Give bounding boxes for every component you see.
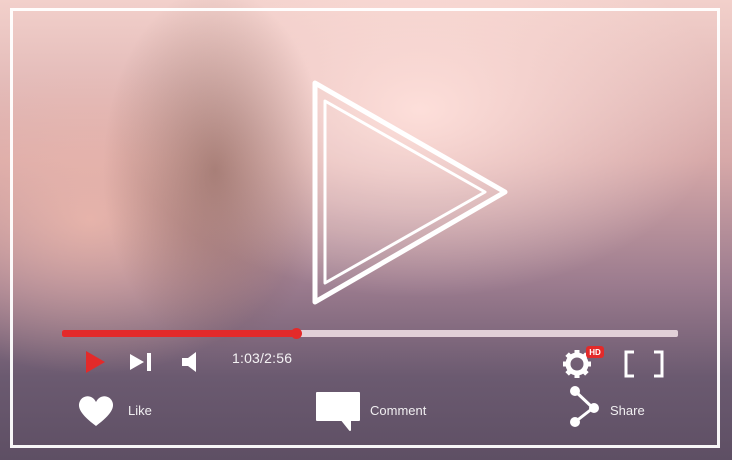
heart-icon[interactable] [76,394,116,428]
comment-label[interactable]: Comment [370,403,426,418]
settings-gear-icon[interactable]: HD [560,344,608,378]
progress-fill [62,330,297,337]
share-icon[interactable] [566,384,606,428]
volume-icon[interactable] [180,350,202,374]
big-play-icon[interactable] [305,75,515,310]
hd-badge-label: HD [589,348,601,357]
progress-bar[interactable] [62,328,678,339]
share-label[interactable]: Share [610,403,645,418]
like-label[interactable]: Like [128,403,152,418]
comment-icon[interactable] [314,390,362,432]
time-display: 1:03/2:56 [232,350,293,366]
skip-next-icon[interactable] [128,352,156,372]
progress-handle[interactable] [291,328,303,339]
fullscreen-icon[interactable] [624,350,664,378]
play-icon[interactable] [84,350,106,374]
